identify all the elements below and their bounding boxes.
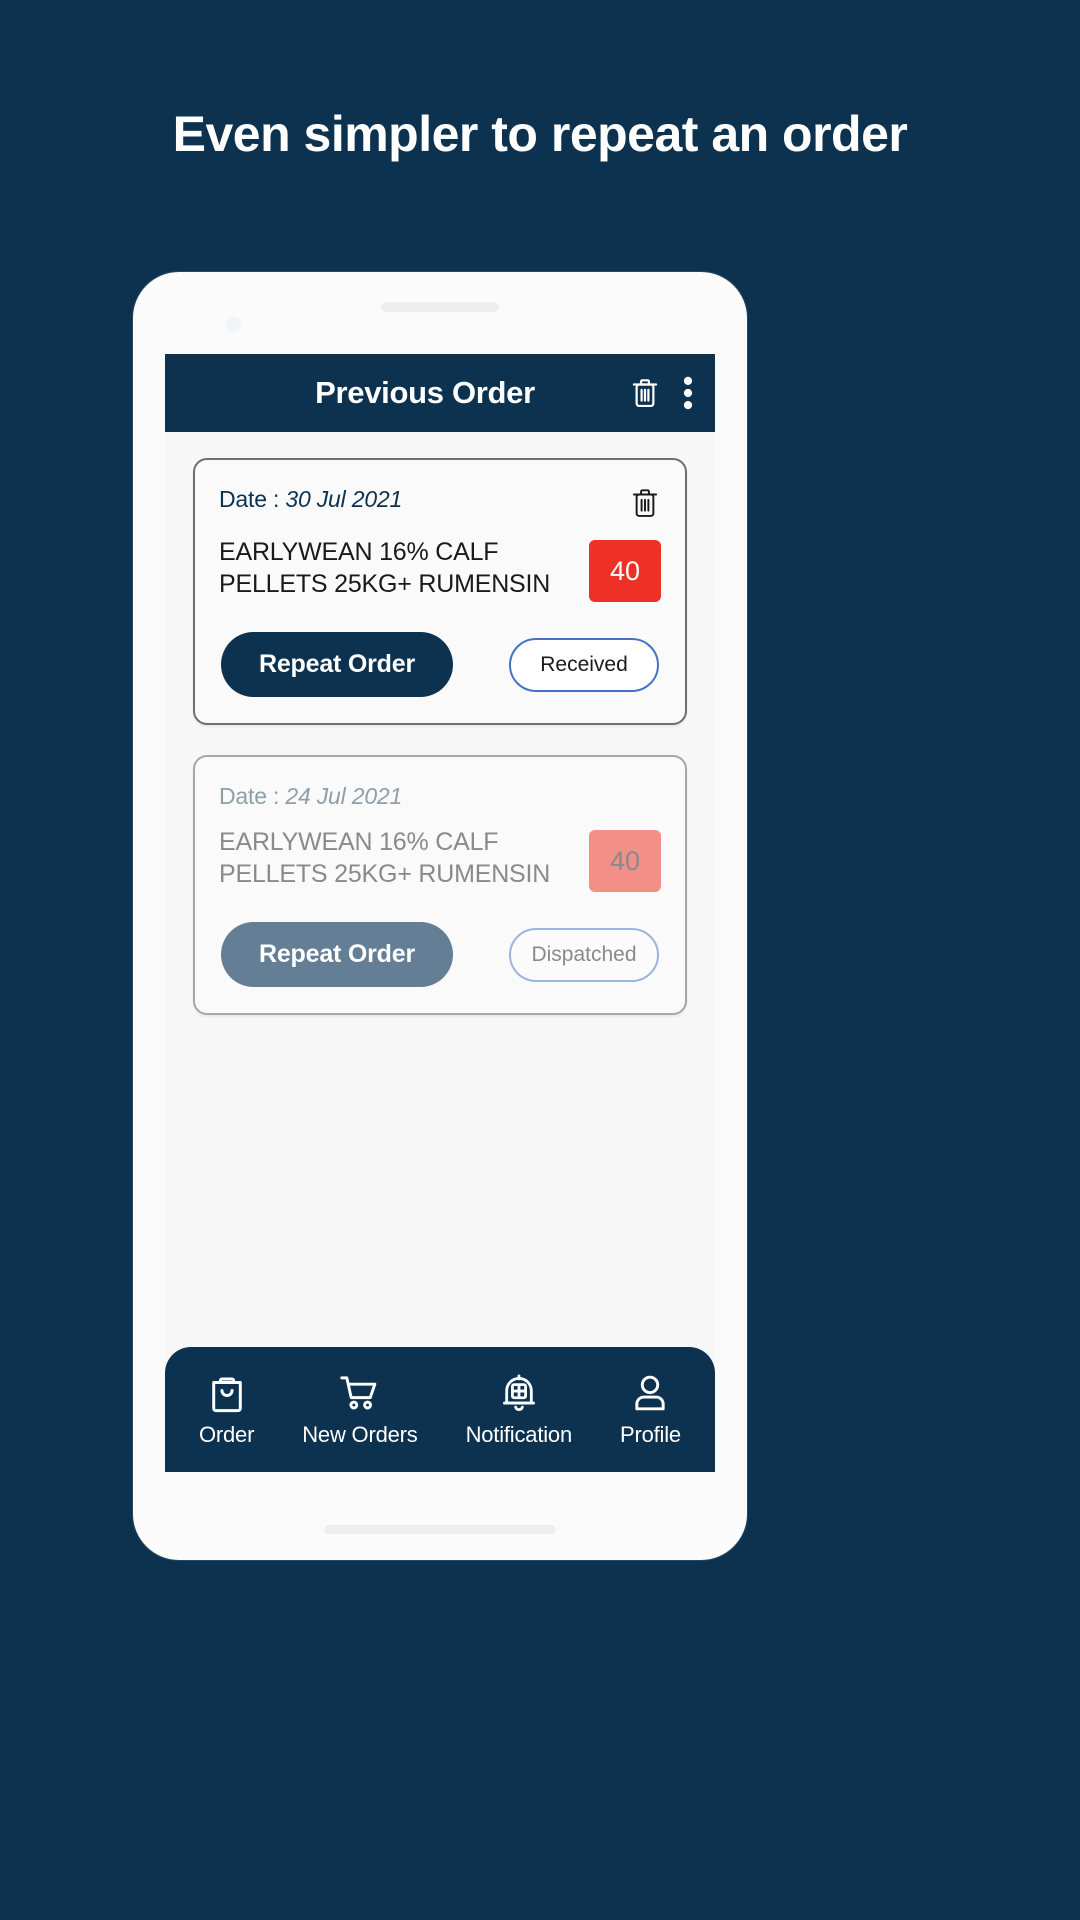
order-product-name: EARLYWEAN 16% CALF PELLETS 25KG+ RUMENSI…	[219, 828, 551, 888]
order-date: Date : 24 Jul 2021	[219, 783, 402, 810]
order-quantity-badge: 40	[589, 540, 661, 602]
order-card[interactable]: Date : 30 Jul 2021 EARLYWEAN 16% CALF PE	[193, 458, 687, 725]
order-status-badge[interactable]: Received	[509, 637, 659, 692]
trash-icon[interactable]	[629, 486, 661, 520]
order-list: Date : 30 Jul 2021 EARLYWEAN 16% CALF PE	[165, 432, 715, 1347]
order-date: Date : 30 Jul 2021	[219, 486, 402, 513]
kebab-menu-icon[interactable]	[683, 376, 693, 410]
nav-label: Order	[198, 1421, 255, 1447]
shopping-cart-icon	[337, 1372, 383, 1414]
trash-icon[interactable]	[629, 376, 661, 410]
app-bar-title: Previous Order	[315, 375, 535, 410]
order-card-header: Date : 24 Jul 2021	[219, 783, 661, 810]
app-screen: Previous Order Date: 30 Jul 2021 EARLYW…	[165, 354, 715, 1472]
bell-plus-icon	[498, 1372, 540, 1414]
phone-speaker	[381, 302, 499, 312]
order-card[interactable]: Date : 24 Jul 2021 EARLYWEAN 16% CALF PE…	[193, 755, 687, 1015]
order-product-name: EARLYWEAN 16% CALF PELLETS 25KG+ RUMENSI…	[219, 538, 551, 598]
app-bar: Previous Order	[165, 354, 715, 432]
order-card-body: EARLYWEAN 16% CALF PELLETS 25KG+ RUMENSI…	[219, 826, 661, 892]
order-card-actions: Repeat Order Dispatched	[219, 922, 661, 987]
order-date-value: 30 Jul 2021	[285, 486, 403, 512]
order-card-header: Date : 30 Jul 2021	[219, 486, 661, 520]
app-bar-actions	[629, 376, 693, 410]
page-title: Even simpler to repeat an order	[172, 106, 908, 162]
nav-item-new-orders[interactable]: New Orders	[302, 1372, 418, 1448]
order-date-value: 24 Jul 2021	[285, 783, 403, 809]
phone-camera-icon	[225, 316, 242, 333]
user-icon	[630, 1372, 670, 1414]
nav-item-order[interactable]: Order	[199, 1372, 254, 1448]
shopping-bag-icon	[207, 1372, 247, 1414]
order-quantity-badge: 40	[589, 830, 661, 892]
order-status-badge[interactable]: Dispatched	[509, 927, 659, 982]
order-card-actions: Repeat Order Received	[219, 632, 661, 697]
order-card-body: EARLYWEAN 16% CALF PELLETS 25KG+ RUMENSI…	[219, 536, 661, 602]
repeat-order-button[interactable]: Repeat Order	[221, 632, 453, 697]
repeat-order-button[interactable]: Repeat Order	[221, 922, 453, 987]
phone-mockup: Previous Order Date: 30 Jul 2021 EARLYW…	[133, 272, 747, 1560]
nav-label: Notification	[465, 1421, 573, 1447]
order-date-label: Date :	[219, 486, 280, 512]
bottom-navigation: Order New Orders Notification Profile	[165, 1347, 715, 1472]
phone-home-indicator	[324, 1525, 556, 1534]
nav-label: Profile	[619, 1421, 681, 1447]
nav-item-profile[interactable]: Profile	[620, 1372, 681, 1448]
nav-label: New Orders	[302, 1421, 418, 1447]
order-date-label: Date :	[219, 783, 280, 809]
nav-item-notification[interactable]: Notification	[466, 1372, 572, 1448]
